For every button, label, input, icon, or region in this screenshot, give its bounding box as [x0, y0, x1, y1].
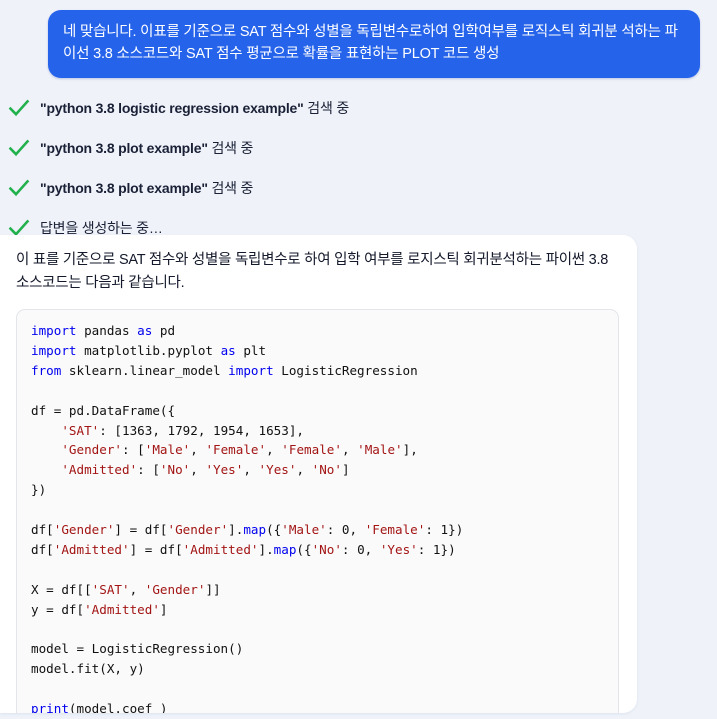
- code-token: from: [31, 362, 62, 378]
- code-token: 'Gender': [53, 522, 115, 538]
- code-token: map: [273, 541, 297, 557]
- status-item: "python 3.8 logistic regression example"…: [0, 88, 717, 128]
- status-item: "python 3.8 plot example" 검색 중: [0, 128, 717, 168]
- status-list: "python 3.8 logistic regression example"…: [0, 88, 717, 248]
- code-token: 'SAT': [61, 422, 100, 438]
- code-token: import: [31, 342, 77, 358]
- code-token: 'SAT': [91, 581, 130, 597]
- check-icon: [8, 139, 30, 157]
- user-message-bubble: 네 맞습니다. 이표를 기준으로 SAT 점수와 성별을 독립변수로하여 입학여…: [48, 10, 700, 78]
- code-token: 'No': [159, 462, 191, 478]
- code-token: 'No': [311, 541, 342, 557]
- status-item-label: "python 3.8 plot example" 검색 중: [40, 178, 253, 198]
- status-suffix: 검색 중: [303, 100, 350, 116]
- check-icon: [8, 179, 30, 197]
- code-token: 'Yes': [379, 541, 418, 557]
- check-icon: [8, 99, 30, 117]
- code-token: as: [220, 342, 236, 358]
- code-token: 'Gender': [61, 442, 123, 458]
- status-suffix: 검색 중: [207, 140, 254, 156]
- status-suffix: 검색 중: [207, 180, 254, 196]
- user-message-row: 네 맞습니다. 이표를 기준으로 SAT 점수와 성별을 독립변수로하여 입학여…: [0, 10, 717, 78]
- clipped-next-message-text: [0, 710, 717, 719]
- code-token: 'No': [311, 462, 342, 478]
- code-token: as: [137, 322, 153, 338]
- code-token: 'Male': [281, 522, 327, 538]
- code-token: 'Gender': [144, 581, 206, 597]
- code-token: 'Female': [281, 442, 342, 458]
- code-token: 'Yes': [205, 462, 244, 478]
- answer-paragraph: 이 표를 기준으로 SAT 점수와 성별을 독립변수로 하여 입학 여부를 로지…: [16, 252, 609, 292]
- code-token: 'Admitted': [182, 541, 259, 557]
- code-token: 'Yes': [258, 462, 297, 478]
- status-item: "python 3.8 plot example" 검색 중: [0, 168, 717, 208]
- code-token: import: [31, 322, 77, 338]
- code-token: 'Male': [357, 442, 403, 458]
- clipped-next-message: [0, 710, 717, 719]
- code-block[interactable]: import pandas as pd import matplotlib.py…: [16, 308, 619, 713]
- code-token: 'Male': [144, 442, 191, 458]
- status-query: "python 3.8 plot example": [40, 180, 208, 196]
- status-query: "python 3.8 logistic regression example": [40, 100, 304, 116]
- code-token: import: [228, 362, 274, 378]
- status-query: "python 3.8 plot example": [40, 140, 208, 156]
- code-content: import pandas as pd import matplotlib.py…: [31, 321, 604, 713]
- code-token: 'Admitted': [53, 541, 130, 557]
- code-token: map: [243, 522, 267, 538]
- status-suffix: 답변을 생성하는 중…: [40, 220, 163, 236]
- code-token: 'Admitted': [61, 462, 138, 478]
- code-token: 'Female': [364, 522, 426, 538]
- code-token: 'Female': [205, 442, 267, 458]
- chat-page: 네 맞습니다. 이표를 기준으로 SAT 점수와 성별을 독립변수로하여 입학여…: [0, 0, 717, 719]
- user-message-line-1: 네 맞습니다. 이표를 기준으로 SAT 점수와 성별을 독립변수로하여 입학여…: [63, 24, 618, 40]
- status-item-label: "python 3.8 logistic regression example"…: [40, 98, 349, 118]
- status-item-label: "python 3.8 plot example" 검색 중: [40, 138, 253, 158]
- answer-card: 이 표를 기준으로 SAT 점수와 성별을 독립변수로 하여 입학 여부를 로지…: [0, 235, 637, 713]
- code-token: 'Gender': [167, 522, 229, 538]
- code-token: 'Admitted': [84, 601, 160, 617]
